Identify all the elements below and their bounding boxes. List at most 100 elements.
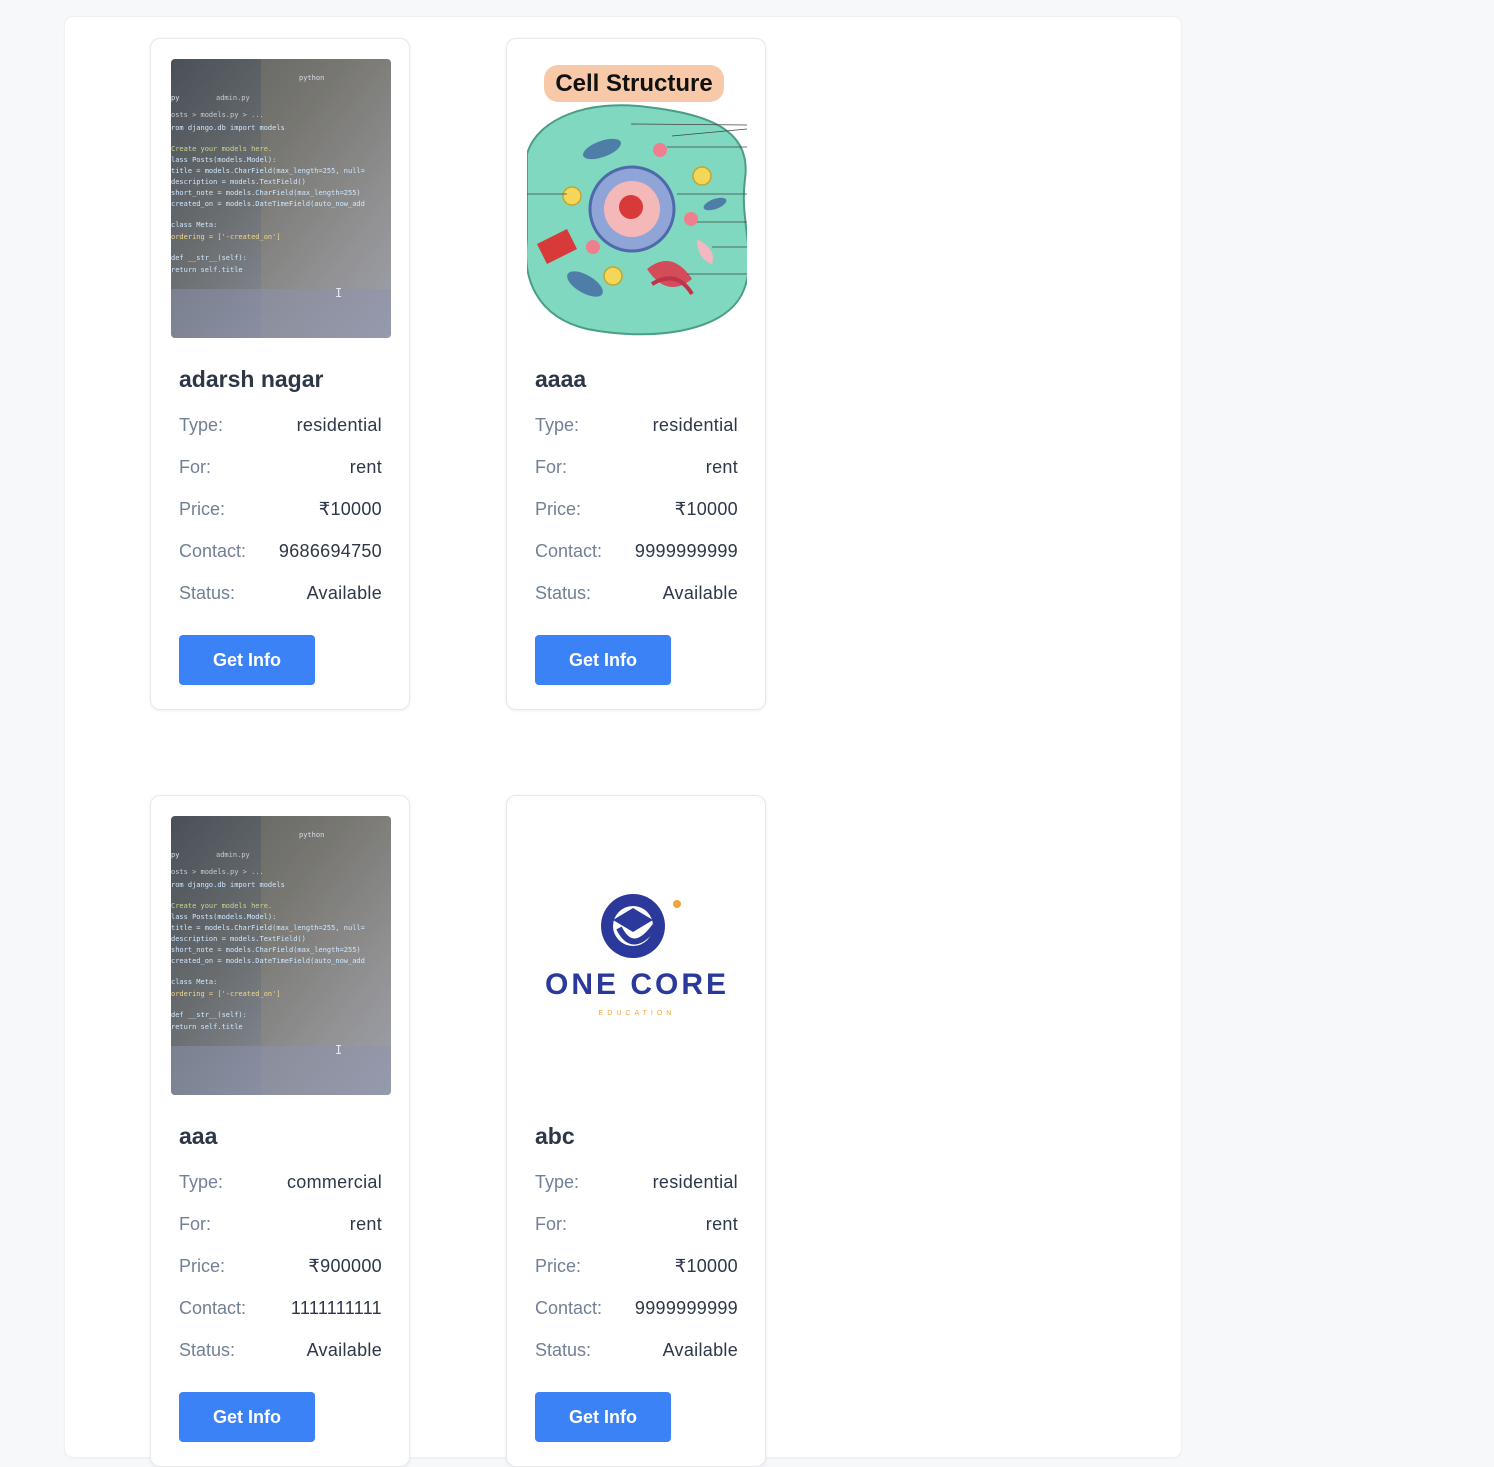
for-row: For: rent xyxy=(535,457,738,478)
listing-title: abc xyxy=(535,1123,575,1149)
for-label: For: xyxy=(535,457,568,477)
status-row: Status: Available xyxy=(179,583,382,604)
svg-text:rom django.db import models: rom django.db import models xyxy=(171,881,285,889)
svg-text:python: python xyxy=(299,74,324,82)
svg-text:def __str__(self):: def __str__(self): xyxy=(171,1011,247,1019)
status-label: Status: xyxy=(179,583,236,603)
svg-text:EDUCATION: EDUCATION xyxy=(599,1010,676,1017)
type-row: Type: residential xyxy=(535,1172,738,1193)
svg-text:admin.py: admin.py xyxy=(216,94,250,102)
listing-card: python py admin.py osts > models.py > ..… xyxy=(150,38,410,710)
status-value: Available xyxy=(662,1340,738,1360)
svg-text:title = models.CharField(max_l: title = models.CharField(max_length=255,… xyxy=(171,167,365,175)
status-value: Available xyxy=(306,583,382,603)
listing-title: adarsh nagar xyxy=(179,366,324,392)
type-label: Type: xyxy=(535,415,580,435)
contact-label: Contact: xyxy=(179,541,247,561)
listing-photo: ONE CORE EDUCATION xyxy=(527,816,747,1095)
status-label: Status: xyxy=(179,1340,236,1360)
get-info-button[interactable]: Get Info xyxy=(535,635,671,685)
status-label: Status: xyxy=(535,583,592,603)
contact-row: Contact: 9686694750 xyxy=(179,541,382,562)
svg-text:py: py xyxy=(171,851,179,859)
svg-text:description = models.TextField: description = models.TextField() xyxy=(171,935,306,943)
svg-text:I: I xyxy=(335,286,342,300)
svg-text:Cell Structure: Cell Structure xyxy=(555,70,712,97)
price-value: ₹10000 xyxy=(674,1256,738,1276)
price-value: ₹900000 xyxy=(308,1256,382,1276)
price-row: Price: ₹10000 xyxy=(535,1256,738,1277)
for-row: For: rent xyxy=(179,457,382,478)
svg-text:return self.title: return self.title xyxy=(171,1023,243,1031)
svg-text:ONE CORE: ONE CORE xyxy=(545,968,729,1001)
svg-text:created_on = models.DateTimeFi: created_on = models.DateTimeField(auto_n… xyxy=(171,200,365,208)
for-row: For: rent xyxy=(179,1214,382,1235)
contact-label: Contact: xyxy=(535,1298,603,1318)
svg-text:class Meta:: class Meta: xyxy=(171,978,217,986)
for-value: rent xyxy=(349,457,382,477)
price-label: Price: xyxy=(179,499,226,519)
for-value: rent xyxy=(705,1214,738,1234)
svg-text:short_note = models.CharField(: short_note = models.CharField(max_length… xyxy=(171,189,361,197)
svg-text:admin.py: admin.py xyxy=(216,851,250,859)
svg-text:title = models.CharField(max_l: title = models.CharField(max_length=255,… xyxy=(171,924,365,932)
type-label: Type: xyxy=(535,1172,580,1192)
contact-label: Contact: xyxy=(535,541,603,561)
svg-text:return self.title: return self.title xyxy=(171,266,243,274)
svg-text:ordering = ['-created_on']: ordering = ['-created_on'] xyxy=(171,233,281,241)
svg-text:osts > models.py > ...: osts > models.py > ... xyxy=(171,111,264,119)
svg-text:osts > models.py > ...: osts > models.py > ... xyxy=(171,868,264,876)
contact-value: 9999999999 xyxy=(634,541,738,561)
svg-text:class Meta:: class Meta: xyxy=(171,221,217,229)
type-row: Type: commercial xyxy=(179,1172,382,1193)
svg-text:description = models.TextField: description = models.TextField() xyxy=(171,178,306,186)
price-label: Price: xyxy=(535,499,582,519)
status-row: Status: Available xyxy=(179,1340,382,1361)
type-value: residential xyxy=(652,415,738,435)
svg-text:def __str__(self):: def __str__(self): xyxy=(171,254,247,262)
listing-title: aaa xyxy=(179,1123,218,1149)
get-info-button[interactable]: Get Info xyxy=(535,1392,671,1442)
price-value: ₹10000 xyxy=(674,499,738,519)
listing-title: aaaa xyxy=(535,366,587,392)
for-row: For: rent xyxy=(535,1214,738,1235)
svg-text:rom django.db import models: rom django.db import models xyxy=(171,124,285,132)
listing-card: python py admin.py osts > models.py > ..… xyxy=(150,795,410,1467)
listing-photo: python py admin.py osts > models.py > ..… xyxy=(171,59,391,338)
get-info-button[interactable]: Get Info xyxy=(179,1392,315,1442)
contact-row: Contact: 9999999999 xyxy=(535,541,738,562)
svg-text:python: python xyxy=(299,831,324,839)
contact-value: 9999999999 xyxy=(634,1298,738,1318)
svg-text:py: py xyxy=(171,94,179,102)
for-label: For: xyxy=(179,1214,212,1234)
for-label: For: xyxy=(535,1214,568,1234)
svg-text:Create your models here.: Create your models here. xyxy=(171,902,272,910)
svg-text:created_on = models.DateTimeFi: created_on = models.DateTimeField(auto_n… xyxy=(171,957,365,965)
status-row: Status: Available xyxy=(535,583,738,604)
for-value: rent xyxy=(705,457,738,477)
listing-photo: python py admin.py osts > models.py > ..… xyxy=(171,816,391,1095)
svg-text:lass Posts(models.Model):: lass Posts(models.Model): xyxy=(171,156,276,164)
status-value: Available xyxy=(306,1340,382,1360)
price-row: Price: ₹900000 xyxy=(179,1256,382,1277)
type-value: residential xyxy=(652,1172,738,1192)
for-value: rent xyxy=(349,1214,382,1234)
type-label: Type: xyxy=(179,1172,224,1192)
listing-photo: Cell Structure xyxy=(527,59,747,338)
listing-card: Cell Structure aaaa Type: residential Fo… xyxy=(506,38,766,710)
svg-text:ordering = ['-created_on']: ordering = ['-created_on'] xyxy=(171,990,281,998)
get-info-button[interactable]: Get Info xyxy=(179,635,315,685)
status-value: Available xyxy=(662,583,738,603)
contact-value: 9686694750 xyxy=(278,541,382,561)
price-row: Price: ₹10000 xyxy=(535,499,738,520)
price-row: Price: ₹10000 xyxy=(179,499,382,520)
price-value: ₹10000 xyxy=(318,499,382,519)
svg-text:lass Posts(models.Model):: lass Posts(models.Model): xyxy=(171,913,276,921)
type-row: Type: residential xyxy=(535,415,738,436)
contact-row: Contact: 9999999999 xyxy=(535,1298,738,1319)
type-row: Type: residential xyxy=(179,415,382,436)
price-label: Price: xyxy=(179,1256,226,1276)
listing-card: ONE CORE EDUCATION abc Type: residential… xyxy=(506,795,766,1467)
type-label: Type: xyxy=(179,415,224,435)
contact-row: Contact: 1111111111 xyxy=(179,1298,382,1319)
